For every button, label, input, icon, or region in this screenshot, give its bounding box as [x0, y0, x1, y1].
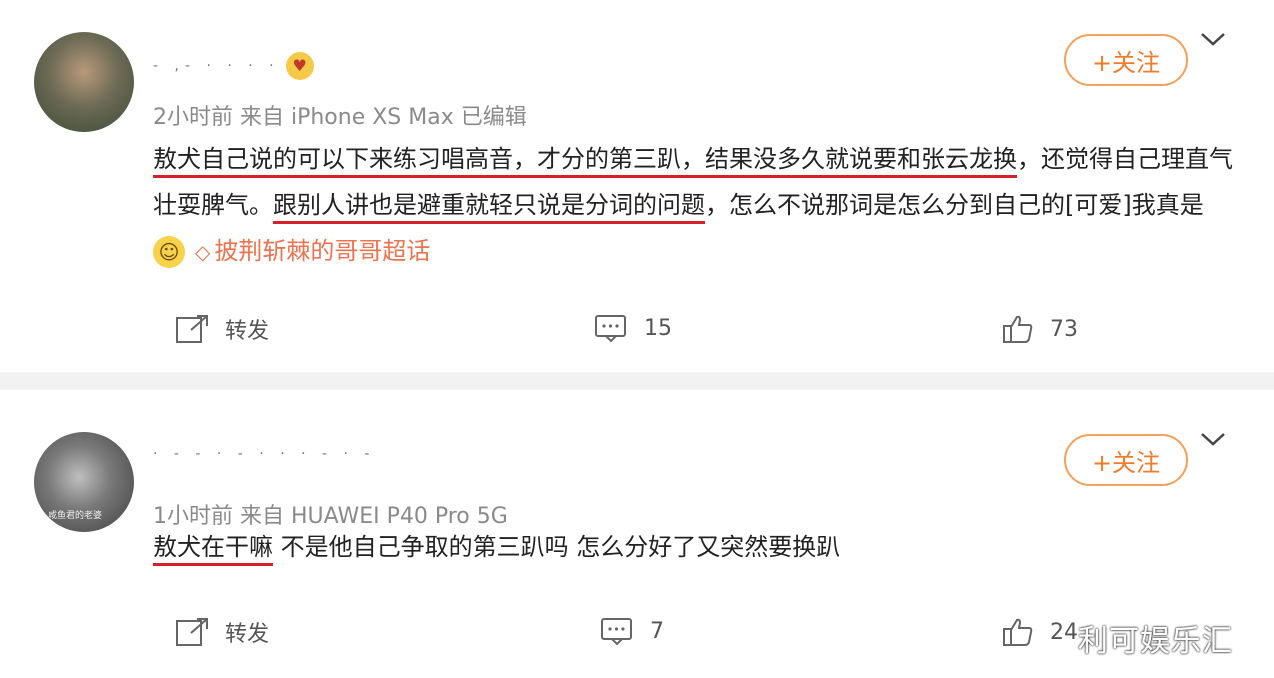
comment-text: 敖犬在干嘛 不是他自己争取的第三趴吗 怎么分好了又突然要换趴 [153, 524, 1233, 570]
emoji-icon: ♥ [285, 52, 314, 80]
comment-icon [595, 315, 626, 343]
chevron-down-icon[interactable] [1200, 28, 1228, 48]
action-bar: 转发 15 73 [0, 313, 1274, 353]
divider [0, 372, 1274, 390]
avatar[interactable] [34, 32, 134, 132]
post-meta: 2小时前 来自 iPhone XS Max 已编辑 [153, 105, 527, 130]
like-button[interactable]: 73 [1002, 313, 1078, 345]
text-segment: ，怎么不说那词是怎么分到自己的[可爱]我真是 [705, 191, 1204, 219]
comment-icon [601, 618, 632, 646]
username[interactable]: · - - · - · · · - · - [153, 446, 375, 462]
follow-button[interactable]: +关注 [1064, 434, 1188, 486]
repost-label: 转发 [225, 622, 270, 647]
comment-count: 15 [644, 315, 672, 341]
comment-count: 7 [650, 618, 664, 644]
avatar[interactable]: 咸鱼君的老婆 [34, 432, 134, 532]
share-icon [176, 315, 208, 343]
repost-label: 转发 [225, 319, 270, 344]
avatar-caption: 咸鱼君的老婆 [48, 511, 103, 521]
follow-button[interactable]: +关注 [1064, 34, 1188, 86]
chevron-down-icon[interactable] [1200, 428, 1228, 448]
text-segment: 不是他自己争取的第三趴吗 怎么分好了又突然要换趴 [273, 533, 841, 561]
comment-button[interactable]: 15 [594, 313, 672, 343]
like-button[interactable]: 24 [1002, 616, 1078, 648]
underlined-text: 敖犬在干嘛 [153, 533, 273, 566]
like-count: 24 [1050, 619, 1078, 645]
smile-emoji-icon: ☺ [153, 236, 185, 268]
username[interactable]: - ,- · · · · ♥ [153, 52, 314, 80]
comment-card: - ,- · · · · ♥ 2小时前 来自 iPhone XS Max 已编辑 … [0, 0, 1274, 372]
comment-text: 敖犬自己说的可以下来练习唱高音，才分的第三趴，结果没多久就说要和张云龙换，还觉得… [153, 136, 1233, 275]
repost-button[interactable]: 转发 [175, 616, 269, 648]
topic-link[interactable]: 披荆斩棘的哥哥超话 [214, 237, 430, 265]
watermark: 利可娱乐汇 [1078, 624, 1233, 659]
thumbs-up-icon [1003, 618, 1033, 646]
comment-button[interactable]: 7 [600, 616, 664, 646]
super-topic-icon: ◇ [195, 240, 211, 264]
repost-button[interactable]: 转发 [175, 313, 269, 345]
username-text[interactable]: - ,- · · · · [153, 58, 280, 74]
underlined-text: 敖犬自己说的可以下来练习唱高音，才分的第三趴，结果没多久就说要和张云龙换 [153, 145, 1017, 178]
share-icon [176, 618, 208, 646]
underlined-text: 跟别人讲也是避重就轻只说是分词的问题 [273, 191, 705, 224]
thumbs-up-icon [1003, 315, 1033, 343]
like-count: 73 [1050, 316, 1078, 342]
